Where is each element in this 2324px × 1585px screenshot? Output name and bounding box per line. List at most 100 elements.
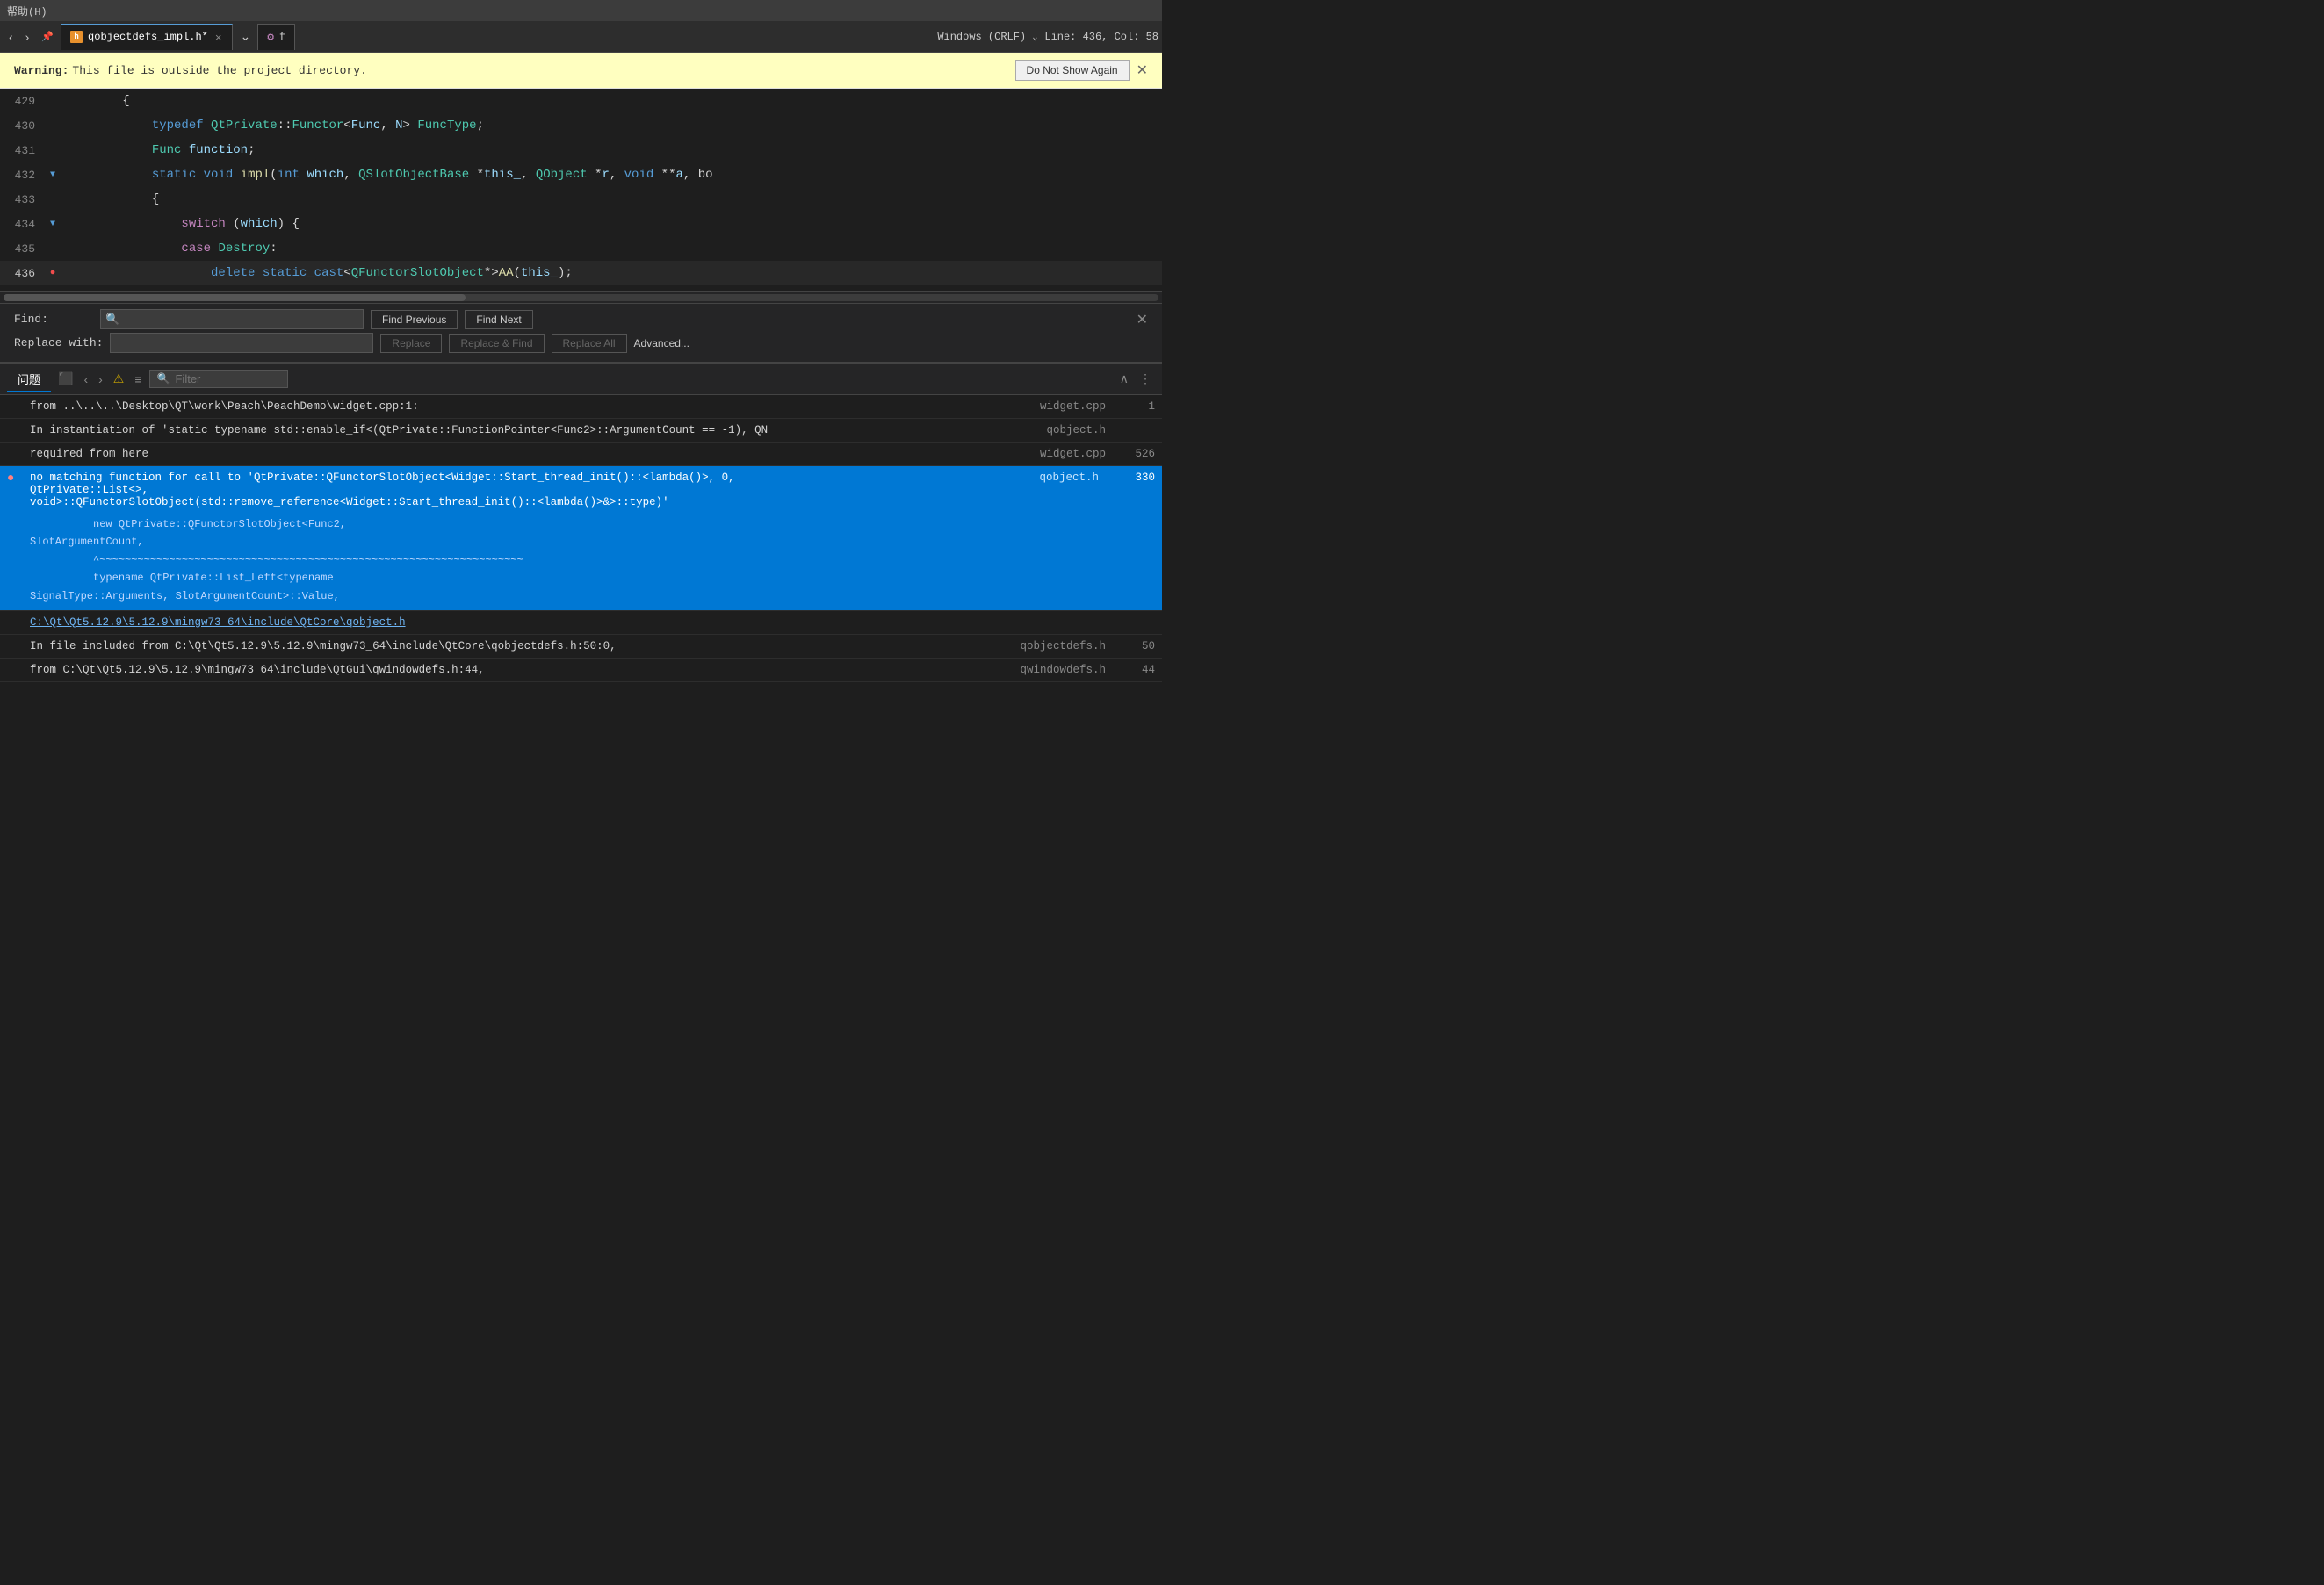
code-line-431: 431 Func function; [0, 138, 1162, 162]
tab-dropdown[interactable]: ⌄ [235, 25, 256, 47]
panel-tab-bar: 问题 ⬛ ‹ › ⚠ ≡ 🔍 ∧ ⋮ [0, 364, 1162, 395]
problem-row-2[interactable]: In instantiation of 'static typename std… [0, 419, 1162, 443]
code-line-432: 432 ▼ static void impl(int which, QSlotO… [0, 162, 1162, 187]
code-line-434: 434 ▼ switch (which) { [0, 212, 1162, 236]
problem-row-1[interactable]: from ..\..\..\Desktop\QT\work\Peach\Peac… [0, 395, 1162, 419]
cursor-position: Line: 436, Col: 58 [1044, 31, 1158, 43]
prob-file-7: qwindowdefs.h [1007, 664, 1113, 676]
editor-horizontal-scrollbar[interactable] [0, 291, 1162, 303]
tab-bar-right: Windows (CRLF) ⌄ Line: 436, Col: 58 [937, 31, 1158, 43]
panel-menu-button[interactable]: ⋮ [1136, 370, 1155, 388]
line-content-435: case Destroy: [60, 241, 1162, 256]
find-previous-button[interactable]: Find Previous [371, 310, 458, 329]
find-row: Find: 🔍 Find Previous Find Next ✕ [14, 309, 1148, 329]
tab-f[interactable]: ⚙ f [257, 24, 295, 50]
title-text: 帮助(H) [7, 4, 47, 18]
prob-message-1: from ..\..\..\Desktop\QT\work\Peach\Peac… [30, 400, 1000, 413]
problem-row-3[interactable]: required from here widget.cpp 526 [0, 443, 1162, 466]
line-content-433: { [60, 192, 1162, 206]
prob-message-4: no matching function for call to 'QtPriv… [30, 472, 993, 508]
tab-problems[interactable]: 问题 [7, 367, 51, 392]
replace-all-button[interactable]: Replace All [552, 334, 627, 353]
filter-search-icon: 🔍 [157, 372, 170, 385]
code-line-436: 436 ● delete static_cast<QFunctorSlotObj… [0, 261, 1162, 285]
warning-actions: Do Not Show Again ✕ [1015, 60, 1148, 81]
panel-collapse-button[interactable]: ∧ [1116, 370, 1132, 388]
warning-close-button[interactable]: ✕ [1137, 61, 1148, 79]
replace-button[interactable]: Replace [380, 334, 442, 353]
tab-f-label: f [279, 31, 285, 43]
replace-input-wrapper [110, 333, 373, 353]
replace-input[interactable] [110, 333, 373, 353]
advanced-button[interactable]: Advanced... [634, 337, 689, 349]
filter-input-wrapper: 🔍 [149, 370, 289, 388]
prob-line-6: 50 [1120, 640, 1155, 652]
find-input-wrapper: 🔍 [100, 309, 364, 329]
find-input[interactable] [100, 309, 364, 329]
tab-f-icon: ⚙ [267, 31, 274, 44]
filter-input[interactable] [175, 372, 280, 385]
problem-row-5[interactable]: C:\Qt\Qt5.12.9\5.12.9\mingw73_64\include… [0, 611, 1162, 635]
tab-close-button[interactable]: × [213, 32, 224, 43]
prob-file-4: qobject.h [1000, 472, 1106, 484]
problem-row-7[interactable]: from C:\Qt\Qt5.12.9\5.12.9\mingw73_64\in… [0, 659, 1162, 682]
prob-file-6: qobjectdefs.h [1007, 640, 1113, 652]
tab-pin[interactable]: 📌 [36, 27, 59, 46]
line-num-434: 434 [0, 218, 46, 231]
line-num-429: 429 [0, 95, 46, 108]
find-next-button[interactable]: Find Next [465, 310, 532, 329]
prob-message-5: C:\Qt\Qt5.12.9\5.12.9\mingw73_64\include… [30, 616, 1000, 629]
warning-bar: Warning: This file is outside the projec… [0, 53, 1162, 89]
prob-line-1: 1 [1120, 400, 1155, 413]
prob-file-2: qobject.h [1007, 424, 1113, 436]
problems-panel: 问题 ⬛ ‹ › ⚠ ≡ 🔍 ∧ ⋮ from ..\..\..\Desktop… [0, 363, 1162, 682]
code-line-429: 429 { [0, 89, 1162, 113]
warning-label: Warning: [14, 64, 69, 77]
line-content-432: static void impl(int which, QSlotObjectB… [60, 168, 1162, 182]
line-ending-info[interactable]: Windows (CRLF) ⌄ [937, 31, 1037, 43]
replace-find-button[interactable]: Replace & Find [449, 334, 544, 353]
warning-detail: This file is outside the project directo… [72, 64, 366, 77]
panel-next-icon[interactable]: › [95, 371, 106, 388]
prob-message-2: In instantiation of 'static typename std… [30, 424, 1000, 436]
prob-message-3: required from here [30, 448, 1000, 460]
panel-build-icon[interactable]: ⬛ [54, 370, 76, 388]
tab-h-icon: h [70, 31, 83, 43]
prob-main-row-4: ● no matching function for call to 'QtPr… [7, 472, 1155, 508]
line-num-432: 432 [0, 169, 46, 182]
line-content-430: typedef QtPrivate::Functor<Func, N> Func… [60, 119, 1162, 133]
panel-prev-icon[interactable]: ‹ [80, 371, 91, 388]
prob-message-6: In file included from C:\Qt\Qt5.12.9\5.1… [30, 640, 1000, 652]
panel-filter-icon[interactable]: ≡ [131, 371, 145, 388]
line-content-436: delete static_cast<QFunctorSlotObject*>A… [60, 266, 1162, 280]
line-num-431: 431 [0, 144, 46, 157]
tab-bar: ‹ › 📌 h qobjectdefs_impl.h* × ⌄ ⚙ f Wind… [0, 21, 1162, 53]
prob-extra-4: new QtPrivate::QFunctorSlotObject<Func2,… [7, 515, 523, 605]
prob-message-7: from C:\Qt\Qt5.12.9\5.12.9\mingw73_64\in… [30, 664, 1000, 676]
panel-warning-icon[interactable]: ⚠ [110, 370, 128, 388]
prob-line-7: 44 [1120, 664, 1155, 676]
find-close-button[interactable]: ✕ [1137, 311, 1148, 328]
line-content-429: { [60, 94, 1162, 108]
code-editor[interactable]: 429 { 430 typedef QtPrivate::Functor<Fun… [0, 89, 1162, 291]
problem-row-4[interactable]: ● no matching function for call to 'QtPr… [0, 466, 1162, 611]
do-not-show-button[interactable]: Do Not Show Again [1015, 60, 1130, 81]
scrollbar-track[interactable] [4, 294, 1158, 301]
prob-file-1: widget.cpp [1007, 400, 1113, 413]
problem-row-6[interactable]: In file included from C:\Qt\Qt5.12.9\5.1… [0, 635, 1162, 659]
tab-nav-back[interactable]: ‹ [4, 26, 18, 47]
line-num-433: 433 [0, 193, 46, 206]
tab-qobjectdefs-impl[interactable]: h qobjectdefs_impl.h* × [61, 24, 233, 50]
scrollbar-thumb[interactable] [4, 294, 466, 301]
panel-icons: ⬛ ‹ › ⚠ ≡ [54, 370, 146, 388]
prob-file-line-4: qobject.h 330 [1000, 472, 1155, 484]
line-num-430: 430 [0, 119, 46, 133]
find-search-icon: 🔍 [105, 313, 119, 326]
tab-nav-forward[interactable]: › [20, 26, 35, 47]
title-bar: 帮助(H) [0, 0, 1162, 21]
prob-file-3: widget.cpp [1007, 448, 1113, 460]
line-num-435: 435 [0, 242, 46, 256]
line-content-431: Func function; [60, 143, 1162, 157]
replace-row: Replace with: Replace Replace & Find Rep… [14, 333, 1148, 353]
prob-line-3: 526 [1120, 448, 1155, 460]
